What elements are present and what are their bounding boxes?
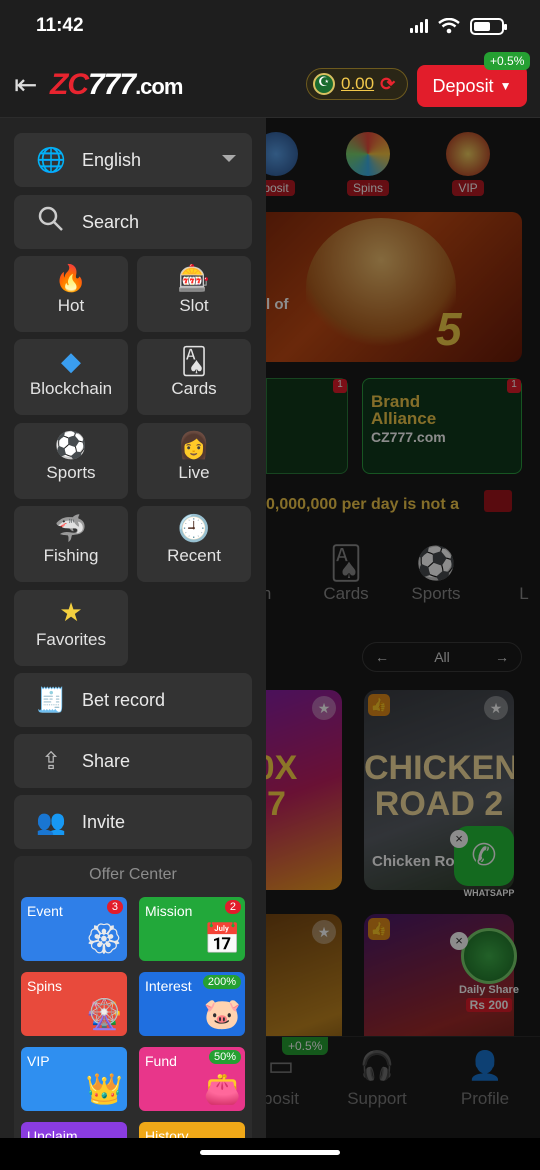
offer-fund-badge: 50%	[208, 1050, 241, 1064]
language-value: English	[82, 149, 142, 170]
offer-event-badge: 3	[106, 900, 123, 914]
playing-cards-icon: 🂡	[180, 346, 208, 376]
main-content-behind-menu: posit Spins VIP l of 5 1 Brand Alliance C…	[266, 118, 540, 1138]
deposit-label: Deposit	[432, 75, 494, 96]
offer-mission-label: Mission	[145, 903, 193, 919]
menu-fishing[interactable]: 🦈 Fishing	[14, 506, 128, 582]
menu-cards[interactable]: 🂡 Cards	[137, 339, 251, 415]
offer-event[interactable]: Event 3 🏵	[21, 897, 127, 961]
language-select[interactable]: 🌐 English	[14, 133, 252, 187]
invite-label: Invite	[82, 811, 126, 832]
calendar-icon: 📅	[203, 923, 241, 956]
search-placeholder: Search	[82, 211, 140, 232]
offer-center-title: Offer Center	[89, 866, 177, 883]
search-icon	[36, 206, 66, 239]
menu-cards-label: Cards	[171, 379, 217, 398]
fish-icon: 🦈	[54, 513, 88, 543]
offer-fund[interactable]: Fund 50% 👛	[139, 1047, 245, 1111]
offer-spins-label: Spins	[27, 978, 63, 994]
offer-unclaim[interactable]: Unclaim	[21, 1122, 127, 1138]
status-bar: 11:42	[0, 0, 540, 52]
home-indicator-area	[0, 1138, 540, 1170]
offer-unclaim-label: Unclaim	[27, 1128, 78, 1138]
offer-center: Offer Center Event 3 🏵 Mission 2 📅 Spins…	[14, 856, 252, 1138]
menu-hot-label: Hot	[57, 296, 85, 315]
menu-blockchain-label: Blockchain	[29, 379, 113, 398]
globe-icon: 🌐	[36, 146, 66, 174]
offer-interest[interactable]: Interest 200% 🐷	[139, 972, 245, 1036]
deposit-bonus-badge: +0.5%	[484, 52, 531, 70]
app-header: ⇤ ZC777.com 0.00 ⟳ Deposit ▼ +0.5%	[0, 52, 540, 118]
menu-overlay-dim[interactable]	[266, 118, 540, 1138]
slot-machine-icon: 🎰	[177, 263, 211, 293]
offer-event-label: Event	[27, 903, 63, 919]
home-indicator[interactable]	[200, 1150, 340, 1155]
menu-hot[interactable]: 🔥 Hot	[14, 256, 128, 332]
people-icon: 👥	[36, 808, 66, 836]
menu-slot[interactable]: 🎰 Slot	[137, 256, 251, 332]
share-icon: ⇪	[40, 747, 62, 775]
crown-icon: 👑	[85, 1073, 123, 1106]
menu-blockchain[interactable]: ◆ Blockchain	[14, 339, 128, 415]
blockchain-cubes-icon: ◆	[61, 346, 81, 376]
pakistan-flag-icon	[313, 73, 335, 95]
caret-down-icon: ▼	[499, 79, 512, 93]
menu-live[interactable]: 👩 Live	[137, 423, 251, 499]
status-time: 11:42	[36, 15, 84, 36]
event-badge-icon: 🏵	[84, 923, 123, 956]
offer-history-label: History	[145, 1128, 189, 1138]
wifi-icon	[438, 18, 460, 34]
receipt-icon: 🧾	[36, 686, 66, 714]
menu-fishing-label: Fishing	[43, 546, 99, 565]
offer-fund-label: Fund	[145, 1053, 177, 1069]
bet-record-label: Bet record	[82, 689, 166, 710]
collapse-menu-icon[interactable]: ⇤	[14, 68, 50, 101]
menu-recent[interactable]: 🕘 Recent	[137, 506, 251, 582]
menu-favorites-label: Favorites	[36, 630, 106, 649]
offer-interest-label: Interest	[145, 978, 192, 994]
share-item[interactable]: ⇪ Share	[14, 734, 252, 788]
star-icon: ★	[59, 597, 83, 627]
live-dealer-icon: 👩	[177, 430, 211, 460]
offer-mission-badge: 2	[224, 900, 241, 914]
menu-sports[interactable]: ⚽ Sports	[14, 423, 128, 499]
balance-display[interactable]: 0.00 ⟳	[306, 68, 408, 100]
bet-record-item[interactable]: 🧾 Bet record	[14, 673, 252, 727]
side-menu: 🌐 English Search 🔥 Hot 🎰 Slot ◆ Blockcha…	[0, 118, 266, 1138]
refresh-balance-icon[interactable]: ⟳	[380, 74, 395, 95]
flame-icon: 🔥	[54, 263, 88, 293]
offer-vip-label: VIP	[27, 1053, 50, 1069]
menu-live-label: Live	[178, 463, 210, 482]
search-field[interactable]: Search	[14, 195, 252, 249]
offer-interest-badge: 200%	[202, 975, 241, 989]
status-icons	[410, 17, 507, 35]
clock-icon: 🕘	[177, 513, 211, 543]
menu-favorites[interactable]: ★ Favorites	[14, 590, 128, 666]
menu-slot-label: Slot	[179, 296, 209, 315]
wheel-icon: 🎡	[85, 998, 123, 1031]
invite-item[interactable]: 👥 Invite	[14, 795, 252, 849]
share-label: Share	[82, 750, 131, 771]
app-logo[interactable]: ZC777.com	[50, 68, 183, 102]
menu-sports-label: Sports	[46, 463, 96, 482]
wallet-icon: 👛	[203, 1073, 241, 1106]
balance-value: 0.00	[341, 74, 375, 93]
offer-spins[interactable]: Spins 🎡	[21, 972, 127, 1036]
signal-icon	[410, 19, 428, 33]
chevron-down-icon	[222, 155, 236, 162]
offer-vip[interactable]: VIP 👑	[21, 1047, 127, 1111]
offer-history[interactable]: History	[139, 1122, 245, 1138]
deposit-button[interactable]: Deposit ▼	[417, 65, 527, 107]
offer-mission[interactable]: Mission 2 📅	[139, 897, 245, 961]
battery-icon	[470, 17, 507, 35]
piggy-bank-icon: 🐷	[203, 998, 241, 1031]
menu-recent-label: Recent	[167, 546, 221, 565]
soccer-ball-icon: ⚽	[54, 430, 88, 460]
